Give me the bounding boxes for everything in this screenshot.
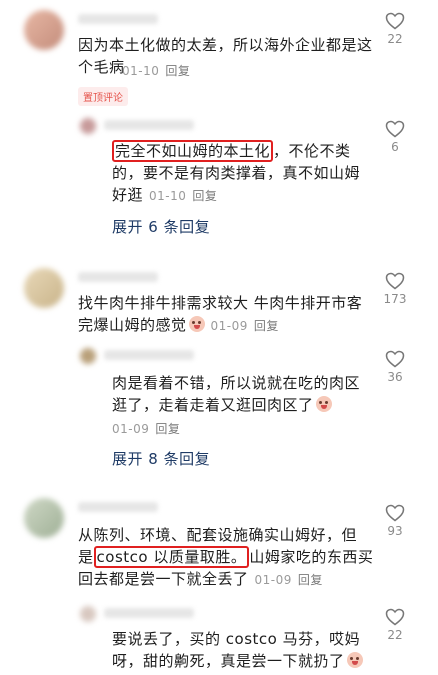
username[interactable] bbox=[104, 120, 194, 130]
comment-text: 从陈列、环境、配套设施确实山姆好，但 是 costco 以质量取胜。 山姆家吃的东西… bbox=[78, 526, 374, 588]
comment-date: 01-09 bbox=[254, 573, 292, 587]
reply-date: 01-09 bbox=[112, 422, 150, 436]
laugh-emoji-icon bbox=[315, 396, 332, 412]
heart-icon bbox=[385, 504, 405, 522]
like-button[interactable]: 22 bbox=[378, 608, 412, 642]
reply-button[interactable]: 回复 bbox=[165, 64, 190, 78]
heart-icon bbox=[385, 350, 405, 368]
reply-text: 完全不如山姆的本土化 ，不伦不类 的，要不是有肉类撑着，真不如山姆 好逛 01-10… bbox=[112, 140, 361, 204]
heart-icon bbox=[385, 120, 405, 138]
like-button[interactable]: 6 bbox=[378, 120, 412, 154]
comment-meta: 01-10 回复 bbox=[122, 60, 190, 82]
username[interactable] bbox=[104, 608, 194, 618]
like-count: 22 bbox=[387, 32, 403, 46]
expand-replies-button[interactable]: 展开 6 条回复 bbox=[112, 216, 210, 237]
laugh-emoji-icon bbox=[188, 316, 205, 332]
pinned-badge: 置顶评论 bbox=[78, 87, 128, 106]
like-button[interactable]: 93 bbox=[378, 504, 412, 538]
highlight-box: 完全不如山姆的本土化 bbox=[112, 140, 274, 162]
username[interactable] bbox=[78, 14, 158, 24]
comment-text: 找牛肉牛排牛排需求较大 牛肉牛排开市客 完爆山姆的感觉 01-09 回复 bbox=[78, 294, 363, 334]
heart-icon bbox=[385, 12, 405, 30]
username[interactable] bbox=[104, 350, 194, 360]
avatar[interactable] bbox=[24, 268, 64, 308]
laugh-emoji-icon bbox=[346, 652, 363, 668]
reply-text: 要说丢了，买的 costco 马芬，哎妈 呀，甜的齁死，真是尝一下就扔了 bbox=[112, 628, 372, 672]
avatar[interactable] bbox=[24, 10, 64, 50]
heart-icon bbox=[385, 272, 405, 290]
username[interactable] bbox=[78, 502, 158, 512]
reply-button[interactable]: 回复 bbox=[298, 573, 323, 587]
reply-button[interactable]: 回复 bbox=[155, 422, 180, 436]
avatar[interactable] bbox=[80, 606, 96, 622]
avatar[interactable] bbox=[24, 498, 64, 538]
reply-button[interactable]: 回复 bbox=[192, 189, 217, 203]
like-button[interactable]: 36 bbox=[378, 350, 412, 384]
comment-date: 01-09 bbox=[210, 319, 248, 333]
like-button[interactable]: 22 bbox=[378, 12, 412, 46]
highlight-box: costco 以质量取胜。 bbox=[93, 546, 250, 568]
heart-icon bbox=[385, 608, 405, 626]
reply-date: 01-10 bbox=[149, 189, 187, 203]
avatar[interactable] bbox=[80, 118, 96, 134]
like-count: 173 bbox=[383, 292, 407, 306]
comment-date: 01-10 bbox=[122, 64, 160, 78]
reply-button[interactable]: 回复 bbox=[254, 319, 279, 333]
avatar[interactable] bbox=[80, 348, 96, 364]
expand-replies-button[interactable]: 展开 8 条回复 bbox=[112, 448, 210, 469]
like-button[interactable]: 173 bbox=[378, 272, 412, 306]
like-count: 22 bbox=[387, 628, 403, 642]
reply-text: 肉是看着不错，所以说就在吃的肉区 逛了，走着走着又逛回肉区了 01-09 回复 bbox=[112, 374, 361, 436]
like-count: 6 bbox=[391, 140, 399, 154]
like-count: 36 bbox=[387, 370, 403, 384]
like-count: 93 bbox=[387, 524, 403, 538]
username[interactable] bbox=[78, 272, 158, 282]
